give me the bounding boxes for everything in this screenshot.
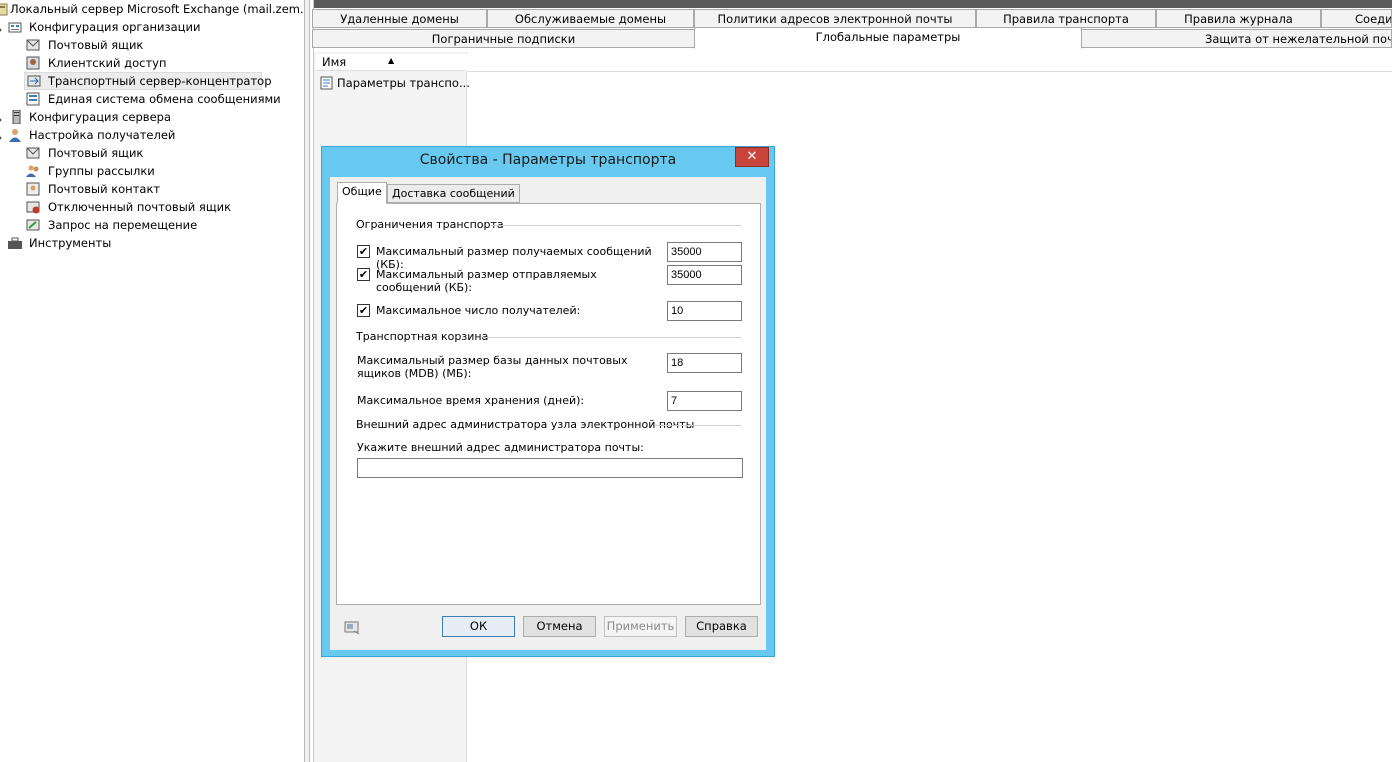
tree-item-mail-contact[interactable]: Почтовый контакт [26,180,160,198]
properties-help-icon[interactable] [344,619,360,635]
list-item[interactable]: Параметры транспо... [320,74,470,92]
list-item-label: Параметры транспо... [337,76,470,90]
recipient-config-icon [8,128,22,142]
mail-contact-icon [26,182,40,196]
move-request-icon [26,218,40,232]
help-button[interactable]: Справка [685,616,758,637]
tree-item-toolbox[interactable]: Инструменты [6,234,111,252]
tab-transport-rules[interactable]: Правила транспорта [976,9,1156,28]
tab-journal-rules[interactable]: Правила журнала [1156,9,1321,28]
max-receive-checkbox[interactable]: ✔ [357,245,370,258]
tree-item-move-request[interactable]: Запрос на перемещение [26,216,197,234]
tree-item-client-access[interactable]: Клиентский доступ [26,54,167,72]
max-receive-input[interactable] [667,242,742,262]
tree-item-disconnected-mailbox[interactable]: Отключенный почтовый ящик [26,198,231,216]
max-recipients-checkbox[interactable]: ✔ [357,304,370,317]
apply-button[interactable]: Применить [604,616,677,637]
disconnected-mailbox-icon [26,200,40,214]
hub-transport-icon [27,74,41,88]
close-button[interactable]: ✕ [735,147,769,167]
tree-item-label: Группы рассылки [48,164,155,178]
organization-config-icon [8,20,22,34]
tab-panel-general: Ограничения транспорта ✔ Максимальный ра… [336,203,761,605]
column-header-filler [466,54,1392,72]
tree-item-server-config[interactable]: Конфигурация сервера [0,108,171,126]
expand-arrow-icon[interactable] [0,112,3,122]
close-icon: ✕ [746,149,758,164]
sort-ascending-icon: ▲ [388,56,395,65]
dumpster-size-input[interactable] [667,353,742,373]
expand-arrow-icon[interactable] [0,22,3,32]
max-recipients-input[interactable] [667,301,742,321]
tree-item-label: Транспортный сервер-концентратор [48,74,272,88]
mailbox-icon [26,38,40,52]
tree-item-label: Почтовый контакт [48,182,161,196]
tab-global-settings[interactable]: Глобальные параметры [694,27,1082,49]
tree-item-label: Почтовый ящик [48,38,144,52]
tab-remote-domains[interactable]: Удаленные домены [312,9,487,28]
expand-arrow-icon[interactable] [0,130,3,140]
dialog-client-area: Общие Доставка сообщений Ограничения тра… [330,177,766,650]
group-transport-dumpster-label: Транспортная корзина [356,330,489,343]
max-send-label: Максимальный размер отправляемых сообщен… [376,268,597,294]
tree-item-organization-config[interactable]: Конфигурация организации [0,18,200,36]
tab-accepted-domains[interactable]: Обслуживаемые домены [487,9,694,28]
tree-item-recipient-config[interactable]: Настройка получателей [0,126,175,144]
tab-edge-subscriptions[interactable]: Пограничные подписки [312,29,695,48]
max-send-checkbox[interactable]: ✔ [357,268,370,281]
postmaster-label: Укажите внешний адрес администратора поч… [357,441,644,454]
group-divider [655,425,741,426]
tree-item-unified-messaging[interactable]: Единая система обмена сообщениями [26,90,281,108]
unified-messaging-icon [26,92,40,106]
exchange-server-icon [0,2,10,16]
tab-message-delivery[interactable]: Доставка сообщений [387,184,520,203]
group-transport-limits-label: Ограничения транспорта [356,218,504,231]
tree-item-hub-transport[interactable]: Транспортный сервер-концентратор [24,72,272,90]
tree-item-label: Конфигурация сервера [29,110,171,124]
tree-item-org-mailbox[interactable]: Почтовый ящик [26,36,143,54]
tree-item-label: Запрос на перемещение [48,218,198,232]
tab-anti-spam[interactable]: Защита от нежелательной почты [1081,29,1392,48]
tab-email-address-policies[interactable]: Политики адресов электронной почты [694,9,976,28]
max-send-input[interactable] [667,265,742,285]
dumpster-time-label: Максимальное время хранения (дней): [357,394,585,407]
toolbox-icon [8,236,22,250]
mailbox-icon [26,146,40,160]
checkmark-icon: ✔ [358,268,369,281]
group-divider [491,225,741,226]
ok-button[interactable]: ОК [442,616,515,637]
group-postmaster-label: Внешний адрес администратора узла электр… [356,418,695,431]
tree-item-label: Клиентский доступ [48,56,167,70]
tree-item-distribution-groups[interactable]: Группы рассылки [26,162,155,180]
tree-item-label: Настройка получателей [29,128,176,142]
dialog-title: Свойства - Параметры транспорта [419,152,677,168]
dumpster-size-label: Максимальный размер базы данных почтовых… [357,354,628,380]
tree-item-label: Локальный сервер Microsoft Exchange (mai… [10,2,304,16]
postmaster-input[interactable] [357,458,743,478]
tree-item-label: Единая система обмена сообщениями [48,92,281,106]
client-access-icon [26,56,40,70]
tree-item-label: Почтовый ящик [48,146,144,160]
group-divider [483,337,741,338]
cancel-button[interactable]: Отмена [523,616,596,637]
distribution-group-icon [26,164,40,178]
transport-settings-icon [320,76,334,90]
checkmark-icon: ✔ [358,245,369,258]
properties-dialog: Свойства - Параметры транспорта ✕ Общие … [321,146,775,657]
column-header-label: Имя [322,55,347,69]
server-config-icon [10,109,24,125]
tree-item-label: Отключенный почтовый ящик [48,200,232,214]
tab-connectors[interactable]: Соеди [1321,9,1392,28]
tree-item-label: Инструменты [29,236,112,250]
tab-general[interactable]: Общие [337,182,387,204]
header-strip [314,0,1392,8]
dumpster-time-input[interactable] [667,391,742,411]
column-header-name[interactable]: Имя ▲ [316,54,466,71]
max-recipients-label: Максимальное число получателей: [376,304,581,317]
tree-item-recipient-mailbox[interactable]: Почтовый ящик [26,144,143,162]
tree-item-label: Конфигурация организации [29,20,201,34]
checkmark-icon: ✔ [358,304,369,317]
navigation-tree: Локальный сервер Microsoft Exchange (mai… [0,0,304,762]
